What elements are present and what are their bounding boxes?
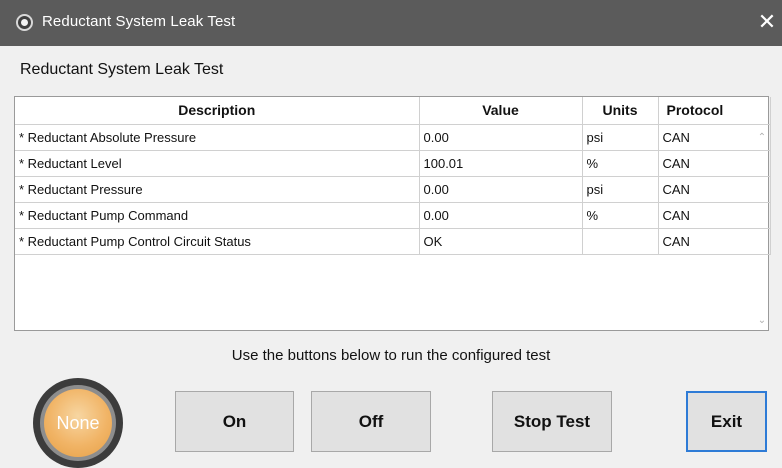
cell-description: * Reductant Pump Control Circuit Status <box>15 228 420 255</box>
column-header-units[interactable]: Units <box>582 97 659 125</box>
cell-value: 0.00 <box>419 176 583 203</box>
cell-units: % <box>582 150 659 177</box>
cell-units: psi <box>582 124 659 151</box>
on-button[interactable]: On <box>175 391 294 452</box>
table-header-row: Description Value Units Protocol <box>15 97 771 125</box>
cell-protocol: CAN <box>658 150 771 177</box>
cell-value: 100.01 <box>419 150 583 177</box>
table-row[interactable]: * Reductant Absolute Pressure 0.00 psi C… <box>15 124 771 151</box>
close-icon[interactable]: ✕ <box>752 8 782 38</box>
window-title: Reductant System Leak Test <box>42 13 236 30</box>
table-row[interactable]: * Reductant Pump Command 0.00 % CAN <box>15 202 771 229</box>
cell-value: 0.00 <box>419 124 583 151</box>
cell-units: psi <box>582 176 659 203</box>
app-icon <box>16 14 33 31</box>
page-title: Reductant System Leak Test <box>20 61 224 78</box>
cell-protocol: CAN <box>658 124 771 151</box>
column-header-description[interactable]: Description <box>15 97 420 125</box>
instruction-text: Use the buttons below to run the configu… <box>231 347 551 364</box>
scroll-up-arrow-icon[interactable]: ⌃ <box>755 132 769 143</box>
cell-description: * Reductant Pressure <box>15 176 420 203</box>
cell-units: % <box>582 202 659 229</box>
status-indicator-label: None <box>44 389 112 457</box>
column-header-protocol[interactable]: Protocol <box>658 97 771 125</box>
cell-value: OK <box>419 228 583 255</box>
table-row[interactable]: * Reductant Level 100.01 % CAN <box>15 150 771 177</box>
off-button[interactable]: Off <box>311 391 431 452</box>
cell-description: * Reductant Absolute Pressure <box>15 124 420 151</box>
column-header-value[interactable]: Value <box>419 97 583 125</box>
cell-description: * Reductant Level <box>15 150 420 177</box>
parameters-table: Description Value Units Protocol * Reduc… <box>14 96 771 331</box>
exit-button[interactable]: Exit <box>686 391 767 452</box>
cell-protocol: CAN <box>658 176 771 203</box>
cell-value: 0.00 <box>419 202 583 229</box>
table-row[interactable]: * Reductant Pressure 0.00 psi CAN <box>15 176 771 203</box>
stop-test-button[interactable]: Stop Test <box>492 391 612 452</box>
scroll-down-arrow-icon[interactable]: ⌄ <box>755 315 769 326</box>
cell-units <box>582 228 659 255</box>
test-window: Reductant System Leak Test ✕ Reductant S… <box>0 0 782 468</box>
cell-description: * Reductant Pump Command <box>15 202 420 229</box>
cell-protocol: CAN <box>658 228 771 255</box>
table-row[interactable]: * Reductant Pump Control Circuit Status … <box>15 228 771 255</box>
title-bar: Reductant System Leak Test ✕ <box>0 0 782 46</box>
cell-protocol: CAN <box>658 202 771 229</box>
